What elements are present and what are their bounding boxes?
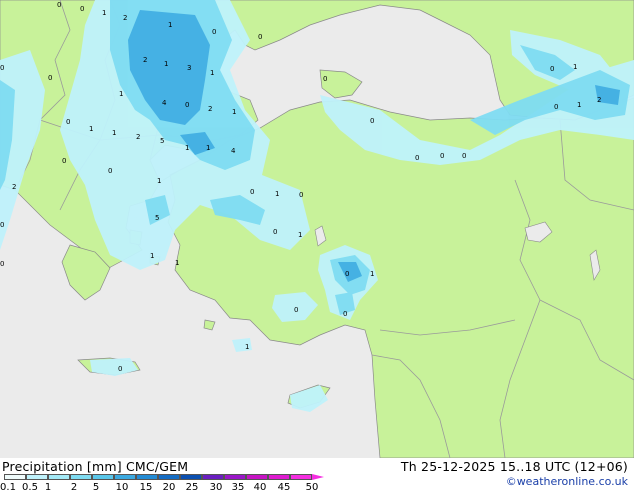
scale-swatch [180, 474, 202, 480]
point-value: 0 [462, 152, 466, 160]
point-value: 5 [160, 137, 164, 145]
point-value: 1 [298, 231, 302, 239]
point-value: 3 [187, 64, 191, 72]
point-value: 0 [57, 1, 61, 9]
point-value: 1 [119, 90, 123, 98]
point-value: 1 [245, 343, 249, 351]
point-value: 2 [136, 133, 140, 141]
scale-label: 5 [92, 482, 100, 493]
point-value: 1 [210, 69, 214, 77]
point-value: 0 [415, 154, 419, 162]
point-value: 1 [577, 101, 581, 109]
scale-label: 0.1 [0, 482, 16, 493]
point-value: 2 [12, 183, 16, 191]
scale-label: 2 [70, 482, 78, 493]
scale-swatch [4, 474, 26, 480]
point-value: 1 [232, 108, 236, 116]
point-value: 0 [48, 74, 52, 82]
point-value: 1 [185, 144, 189, 152]
point-value: 1 [157, 177, 161, 185]
point-value: 1 [175, 259, 179, 267]
point-value: 0 [0, 260, 4, 268]
scale-label: 40 [253, 482, 267, 493]
point-value: 2 [597, 96, 601, 104]
point-value: 0 [258, 33, 262, 41]
scale-swatch [246, 474, 268, 480]
point-value: 0 [0, 64, 4, 72]
point-value: 4 [231, 147, 236, 155]
legend-footer: Precipitation [mm] CMC/GEM Th 25-12-2025… [0, 458, 634, 493]
point-value: 5 [155, 214, 159, 222]
map-title: Precipitation [mm] CMC/GEM [2, 459, 189, 474]
scale-label: 50 [305, 482, 319, 493]
point-value: 4 [162, 99, 167, 107]
point-value: 1 [168, 21, 172, 29]
point-value: 0 [66, 118, 70, 126]
scale-label: 15 [139, 482, 153, 493]
point-value: 0 [345, 270, 349, 278]
point-value: 0 [250, 188, 254, 196]
scale-label: 30 [209, 482, 223, 493]
scale-label: 0.5 [22, 482, 38, 493]
scale-label: 35 [231, 482, 245, 493]
scale-label: 20 [162, 482, 176, 493]
scale-swatch [114, 474, 136, 480]
point-value: 0 [440, 152, 444, 160]
point-value: 1 [573, 63, 577, 71]
scale-label: 1 [44, 482, 52, 493]
point-value: 0 [554, 103, 558, 111]
point-value: 0 [323, 75, 327, 83]
scale-swatch [26, 474, 48, 480]
scale-swatch [70, 474, 92, 480]
point-value: 2 [208, 105, 212, 113]
scale-swatch [158, 474, 180, 480]
point-value: 1 [102, 9, 106, 17]
scale-arrow [312, 474, 324, 480]
point-value: 0 [0, 221, 4, 229]
point-value: 0 [212, 28, 216, 36]
point-value: 0 [294, 306, 298, 314]
scale-swatch [202, 474, 224, 480]
scale-swatch [290, 474, 312, 480]
scale-label: 45 [277, 482, 291, 493]
point-value: 1 [112, 129, 116, 137]
point-value: 1 [370, 270, 374, 278]
precipitation-map: 0 1 2 0 1 0 0 2 1 3 1 0 1 4 0 2 1 0 1 1 2 5 1 4 1 0 2 0 1 0 1 0 0 0 0 0 0 2 0 5… [0, 0, 634, 458]
point-value: 1 [206, 144, 210, 152]
scale-swatch [92, 474, 114, 480]
point-value: 0 [62, 157, 66, 165]
precip-color-scale: 0.1 0.5 1 2 5 10 15 20 25 30 35 40 45 50 [0, 474, 334, 493]
point-value: 1 [150, 252, 154, 260]
scale-label: 25 [185, 482, 199, 493]
scale-swatch [136, 474, 158, 480]
point-value: 0 [185, 101, 189, 109]
point-value: 2 [143, 56, 147, 64]
point-value: 0 [273, 228, 277, 236]
scale-label: 10 [115, 482, 129, 493]
point-value: 0 [343, 310, 347, 318]
valid-time: Th 25-12-2025 15..18 UTC (12+06) [400, 459, 628, 474]
point-value: 0 [108, 167, 112, 175]
point-value: 0 [550, 65, 554, 73]
point-value: 0 [370, 117, 374, 125]
point-value: 0 [118, 365, 122, 373]
point-value: 1 [89, 125, 93, 133]
credit-link[interactable]: ©weatheronline.co.uk [506, 475, 628, 488]
point-value: 0 [80, 5, 84, 13]
point-value: 1 [275, 190, 279, 198]
point-value: 2 [123, 14, 127, 22]
point-value: 1 [164, 60, 168, 68]
point-value: 0 [299, 191, 303, 199]
scale-swatch [224, 474, 246, 480]
scale-swatch [268, 474, 290, 480]
scale-swatch [48, 474, 70, 480]
